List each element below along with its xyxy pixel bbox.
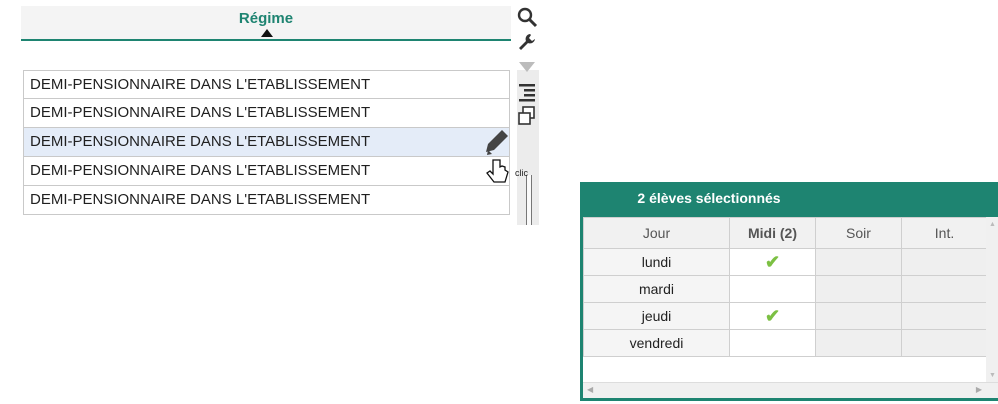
day-cell: lundi: [583, 248, 730, 276]
midi-cell[interactable]: ✔: [729, 248, 816, 276]
scroll-right-icon[interactable]: ▶: [976, 385, 982, 394]
list-row[interactable]: DEMI-PENSIONNAIRE DANS L'ETABLISSEMENT: [23, 99, 510, 128]
search-icon[interactable]: [516, 6, 540, 30]
row-label: DEMI-PENSIONNAIRE DANS L'ETABLISSEMENT: [30, 104, 371, 121]
table-row: jeudi ✔: [583, 302, 988, 330]
scroll-down-icon[interactable]: ▼: [989, 372, 996, 379]
wrench-icon[interactable]: [516, 31, 540, 55]
day-cell: mardi: [583, 275, 730, 303]
grid-horizontal-scrollbar[interactable]: ◀ ▶: [583, 382, 998, 398]
column-header-soir[interactable]: Soir: [815, 217, 902, 249]
check-icon: ✔: [764, 305, 781, 326]
list-row-selected[interactable]: DEMI-PENSIONNAIRE DANS L'ETABLISSEMENT: [23, 128, 510, 157]
selection-title: 2 élèves sélectionnés: [637, 190, 781, 206]
meals-grid: Jour Midi (2) Soir Int. lundi ✔ mardi je…: [583, 217, 998, 398]
scroll-left-icon[interactable]: ◀: [587, 385, 593, 394]
int-cell: [901, 329, 988, 357]
regime-list: Régime DEMI-PENSIONNAIRE DANS L'ETABLISS…: [21, 0, 546, 225]
meals-table: Jour Midi (2) Soir Int. lundi ✔ mardi je…: [583, 217, 988, 357]
row-label: DEMI-PENSIONNAIRE DANS L'ETABLISSEMENT: [30, 191, 371, 208]
column-header-midi[interactable]: Midi (2): [729, 217, 816, 249]
sort-down-icon[interactable]: [516, 58, 540, 82]
check-icon: ✔: [764, 251, 781, 272]
cursor-hint-label: clic: [515, 168, 528, 178]
column-settings-icon[interactable]: [516, 81, 540, 105]
table-row: vendredi: [583, 329, 988, 357]
day-cell: jeudi: [583, 302, 730, 330]
midi-cell[interactable]: [729, 329, 816, 357]
soir-cell: [815, 248, 902, 276]
row-label: DEMI-PENSIONNAIRE DANS L'ETABLISSEMENT: [30, 162, 371, 179]
list-row[interactable]: DEMI-PENSIONNAIRE DANS L'ETABLISSEMENT: [23, 186, 510, 215]
row-label: DEMI-PENSIONNAIRE DANS L'ETABLISSEMENT: [30, 133, 371, 150]
midi-cell[interactable]: ✔: [729, 302, 816, 330]
regime-header-label: Régime: [238, 10, 294, 27]
midi-cell[interactable]: [729, 275, 816, 303]
soir-cell: [815, 329, 902, 357]
list-row[interactable]: DEMI-PENSIONNAIRE DANS L'ETABLISSEMENT: [23, 70, 510, 99]
scroll-up-icon[interactable]: ▲: [989, 221, 996, 228]
grid-vertical-scrollbar[interactable]: ▲ ▼: [986, 217, 998, 383]
table-row: mardi: [583, 275, 988, 303]
column-header-int[interactable]: Int.: [901, 217, 988, 249]
hand-cursor-icon: [485, 158, 511, 193]
copy-icon[interactable]: [516, 105, 540, 129]
day-cell: vendredi: [583, 329, 730, 357]
soir-cell: [815, 275, 902, 303]
list-row[interactable]: DEMI-PENSIONNAIRE DANS L'ETABLISSEMENT: [23, 157, 510, 186]
row-label: DEMI-PENSIONNAIRE DANS L'ETABLISSEMENT: [30, 76, 371, 93]
column-header-jour[interactable]: Jour: [583, 217, 730, 249]
table-row: lundi ✔: [583, 248, 988, 276]
meals-grid-panel: 2 élèves sélectionnés Jour Midi (2) Soir…: [580, 182, 998, 401]
sort-ascending-icon[interactable]: [261, 29, 273, 37]
int-cell: [901, 275, 988, 303]
soir-cell: [815, 302, 902, 330]
list-toolbar: [516, 6, 542, 226]
int-cell: [901, 248, 988, 276]
int-cell: [901, 302, 988, 330]
